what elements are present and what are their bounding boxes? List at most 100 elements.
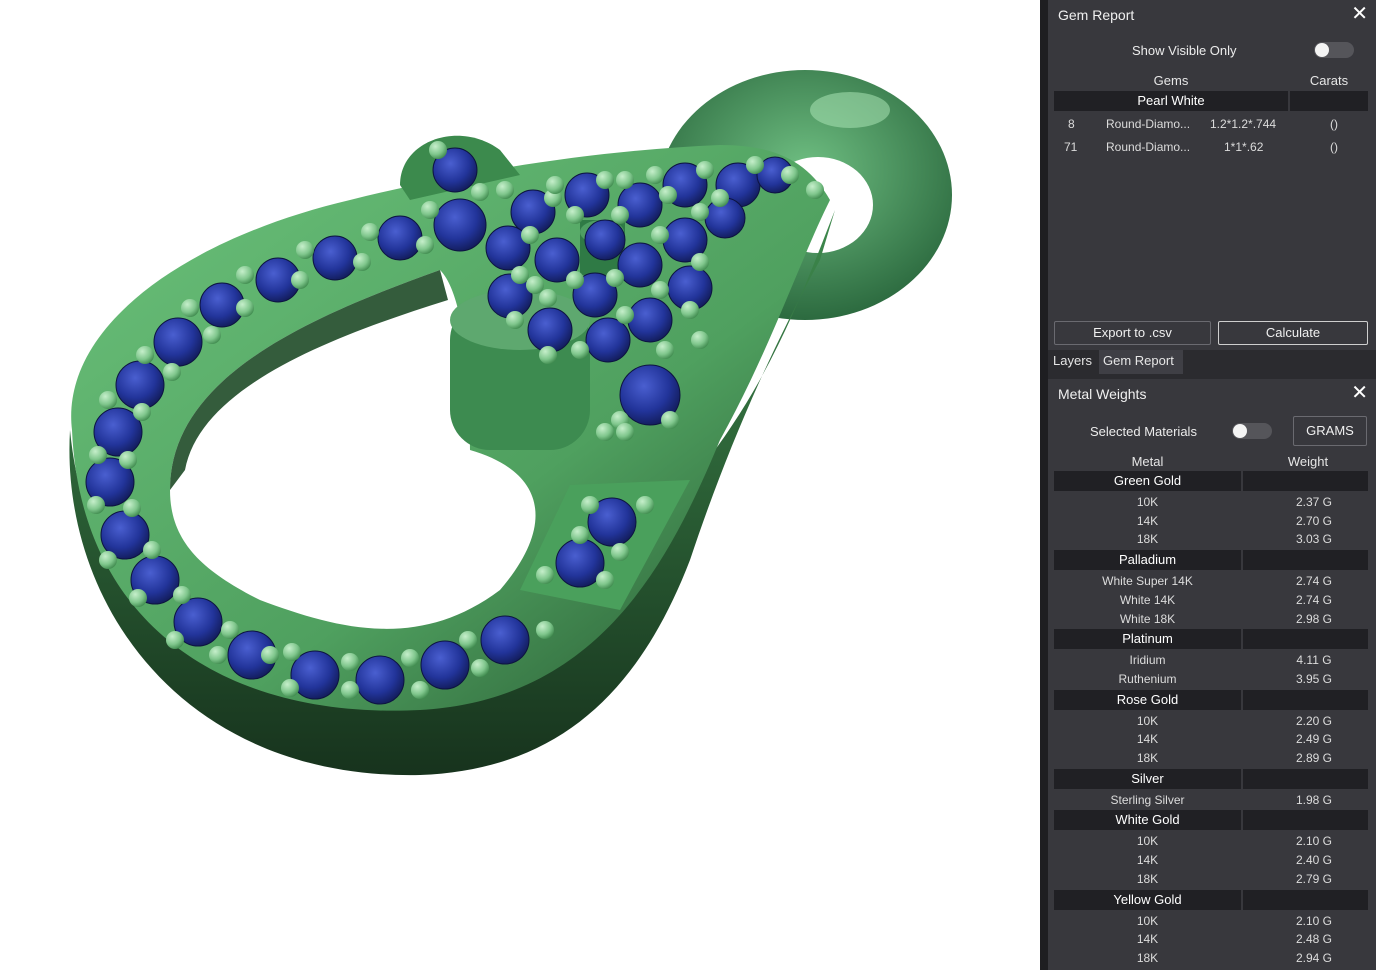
- show-visible-only-toggle[interactable]: [1314, 42, 1354, 58]
- tab-gem-report[interactable]: Gem Report: [1099, 350, 1183, 374]
- prong-bead: [173, 586, 191, 604]
- close-icon[interactable]: ✕: [1351, 4, 1368, 24]
- metal-weight: 4.11 G: [1296, 653, 1332, 668]
- metal-row[interactable]: 18K 2.94 G: [1054, 949, 1368, 967]
- gem-size: 1.2*1.2*.744: [1210, 117, 1277, 131]
- carats-column-header[interactable]: Carats: [1289, 73, 1369, 88]
- metal-row[interactable]: Sterling Silver 1.98 G: [1054, 791, 1368, 809]
- metal-group-row[interactable]: White Gold: [1054, 810, 1368, 831]
- metal-row[interactable]: White 14K 2.74 G: [1054, 591, 1368, 609]
- metal-row[interactable]: White Super 14K 2.74 G: [1054, 572, 1368, 590]
- prong-bead: [209, 646, 227, 664]
- pendant-model[interactable]: [0, 0, 1040, 970]
- prong-bead: [291, 271, 309, 289]
- metal-group-name: Platinum: [1122, 631, 1173, 647]
- metal-row[interactable]: 14K 2.70 G: [1054, 512, 1368, 530]
- metal-row[interactable]: 18K 2.89 G: [1054, 749, 1368, 767]
- metal-name: 10K: [1136, 834, 1159, 849]
- prong-bead: [696, 161, 714, 179]
- prong-bead: [661, 411, 679, 429]
- prong-bead: [681, 301, 699, 319]
- metal-row[interactable]: Iridium 4.11 G: [1054, 651, 1368, 669]
- gem-row[interactable]: 71 Round-Diamo... 1*1*.62 (): [1054, 138, 1368, 158]
- metal-row[interactable]: 10K 2.37 G: [1054, 493, 1368, 511]
- metal-row[interactable]: White 18K 2.98 G: [1054, 610, 1368, 628]
- 3d-viewport[interactable]: [0, 0, 1040, 970]
- column-divider: [1241, 810, 1243, 831]
- prong-bead: [261, 646, 279, 664]
- gem-row[interactable]: 8 Round-Diamo... 1.2*1.2*.744 (): [1054, 115, 1368, 135]
- metal-row[interactable]: Ruthenium 3.95 G: [1054, 670, 1368, 688]
- prong-bead: [236, 266, 254, 284]
- metal-weight: 2.37 G: [1295, 495, 1333, 509]
- metal-group-name: Palladium: [1118, 552, 1177, 568]
- metal-row[interactable]: 18K 2.79 G: [1054, 870, 1368, 888]
- prong-bead: [429, 141, 447, 159]
- metal-weights-title: Metal Weights: [1058, 386, 1147, 402]
- metal-weights-panel: Metal Weights ✕ Selected Materials GRAMS…: [1048, 379, 1376, 970]
- column-divider: [1288, 91, 1290, 111]
- gem-stone: [480, 615, 530, 665]
- metal-name: 10K: [1136, 913, 1159, 928]
- metal-row[interactable]: 18K 3.03 G: [1054, 530, 1368, 548]
- metal-weight: 2.70 G: [1295, 513, 1333, 528]
- toggle-knob: [1315, 43, 1329, 57]
- metal-group-row[interactable]: Platinum: [1054, 629, 1368, 650]
- gem-stone: [355, 655, 405, 705]
- metal-weight: 2.74 G: [1295, 592, 1333, 607]
- gem-carats: (): [1330, 117, 1338, 131]
- metal-group-row[interactable]: Yellow Gold: [1054, 889, 1368, 910]
- prong-bead: [651, 281, 669, 299]
- right-sidebar: Gem Report ✕ Show Visible Only Gems Cara…: [1040, 0, 1376, 970]
- prong-bead: [133, 403, 151, 421]
- gem-stone: [627, 297, 673, 343]
- metal-group-row[interactable]: Silver: [1054, 768, 1368, 789]
- metal-group-row[interactable]: Green Gold: [1054, 471, 1368, 491]
- metal-name: White 18K: [1119, 611, 1176, 626]
- metal-row[interactable]: 14K 2.40 G: [1054, 851, 1368, 869]
- units-button[interactable]: GRAMS: [1293, 416, 1367, 446]
- prong-bead: [353, 253, 371, 271]
- weight-column-header[interactable]: Weight: [1258, 454, 1358, 469]
- gem-size: 1*1*.62: [1224, 140, 1264, 154]
- prong-bead: [136, 346, 154, 364]
- show-visible-only-label: Show Visible Only: [1132, 43, 1237, 58]
- metal-row[interactable]: 10K 2.10 G: [1054, 912, 1368, 930]
- metal-name: White 14K: [1119, 592, 1176, 607]
- gem-count: 71: [1064, 140, 1078, 154]
- prong-bead: [571, 341, 589, 359]
- column-divider: [1241, 550, 1243, 571]
- export-csv-button[interactable]: Export to .csv: [1054, 321, 1211, 345]
- tab-layers[interactable]: Layers: [1048, 350, 1097, 374]
- metal-group-row[interactable]: Rose Gold: [1054, 689, 1368, 710]
- prong-bead: [536, 566, 554, 584]
- selected-materials-toggle[interactable]: [1232, 423, 1272, 439]
- column-divider: [1241, 768, 1243, 789]
- gem-carats: (): [1330, 140, 1338, 154]
- prong-bead: [129, 589, 147, 607]
- gem-stone: [585, 317, 631, 363]
- gem-group-row[interactable]: Pearl White: [1054, 91, 1368, 111]
- calculate-button[interactable]: Calculate: [1218, 321, 1368, 345]
- prong-bead: [781, 166, 799, 184]
- metal-group-name: Green Gold: [1113, 473, 1182, 488]
- prong-bead: [611, 543, 629, 561]
- close-icon[interactable]: ✕: [1351, 383, 1368, 403]
- gem-name: Round-Diamo...: [1106, 140, 1191, 154]
- metal-row[interactable]: 10K 2.10 G: [1054, 832, 1368, 850]
- prong-bead: [806, 181, 824, 199]
- metal-weight: 2.49 G: [1295, 732, 1333, 747]
- prong-bead: [596, 571, 614, 589]
- gems-column-header[interactable]: Gems: [1054, 73, 1288, 88]
- prong-bead: [539, 346, 557, 364]
- metal-group-row[interactable]: Palladium: [1054, 550, 1368, 571]
- metal-name: White Super 14K: [1102, 574, 1193, 589]
- metal-weight: 2.10 G: [1295, 834, 1333, 849]
- metal-row[interactable]: 14K 2.48 G: [1054, 930, 1368, 948]
- panel-splitter[interactable]: [1040, 0, 1048, 970]
- metal-row[interactable]: 14K 2.49 G: [1054, 730, 1368, 748]
- metal-row[interactable]: 10K 2.20 G: [1054, 712, 1368, 730]
- metal-weight: 2.10 G: [1295, 913, 1333, 928]
- metal-column-header[interactable]: Metal: [1054, 454, 1241, 469]
- prong-bead: [401, 649, 419, 667]
